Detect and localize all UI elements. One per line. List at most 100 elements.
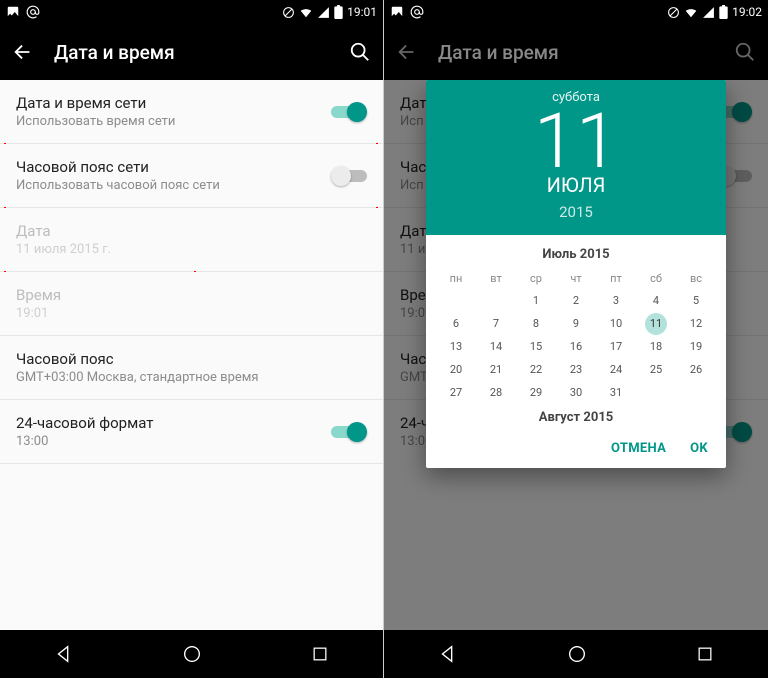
calendar-day-cell[interactable]: 6: [436, 312, 476, 335]
no-sim-icon: [282, 6, 295, 19]
search-icon: [734, 41, 756, 63]
calendar: Июль 2015 пнвтсрчтптсбвс ..1234567891011…: [426, 235, 726, 431]
cancel-button[interactable]: ОТМЕНА: [611, 441, 666, 456]
setting-date: Дата 11 июля 2015 г.: [0, 208, 383, 271]
calendar-day-cell[interactable]: 29: [516, 381, 556, 404]
calendar-day-cell[interactable]: 10: [596, 312, 636, 335]
page-title: Дата и время: [438, 41, 559, 64]
battery-icon: [719, 5, 728, 19]
back-icon[interactable]: [12, 41, 34, 63]
at-icon: [26, 5, 40, 19]
calendar-day-cell[interactable]: 21: [476, 358, 516, 381]
signal-icon: [317, 6, 330, 19]
setting-network-timezone[interactable]: Часовой пояс сети Использовать часовой п…: [0, 144, 383, 207]
calendar-dow-cell: пт: [596, 268, 636, 289]
calendar-day-cell[interactable]: 2: [556, 289, 596, 312]
calendar-dow-cell: пн: [436, 268, 476, 289]
status-bar: 19:01: [0, 0, 383, 24]
ok-button[interactable]: OK: [690, 441, 708, 456]
calendar-day-cell[interactable]: 30: [556, 381, 596, 404]
status-bar: 19:02: [384, 0, 768, 24]
calendar-day-cell[interactable]: 14: [476, 335, 516, 358]
picker-year[interactable]: 2015: [426, 203, 726, 221]
right-screenshot: 19:02 Дата и время ДатИсп ЧасИсп Дат11 и…: [384, 0, 768, 678]
setting-subtitle: 13:00: [16, 434, 331, 449]
setting-title: Часовой пояс: [16, 350, 367, 368]
calendar-dow-row: пнвтсрчтптсбвс: [436, 268, 716, 289]
setting-title: Дата: [16, 222, 367, 240]
calendar-day-cell[interactable]: 13: [436, 335, 476, 358]
setting-subtitle: GMT+03:00 Москва, стандартное время: [16, 370, 367, 385]
calendar-day-cell[interactable]: 16: [556, 335, 596, 358]
wifi-icon: [299, 5, 313, 19]
setting-network-datetime[interactable]: Дата и время сети Использовать время сет…: [0, 80, 383, 143]
back-icon: [396, 41, 418, 63]
nav-home-icon[interactable]: [566, 643, 588, 665]
calendar-next-month-title: Август 2015: [436, 404, 716, 431]
calendar-day-cell[interactable]: 11: [636, 312, 676, 335]
search-icon[interactable]: [349, 41, 371, 63]
toggle-network-datetime[interactable]: [331, 102, 367, 122]
app-bar: Дата и время: [0, 24, 383, 80]
calendar-dow-cell: сб: [636, 268, 676, 289]
calendar-day-cell[interactable]: 1: [516, 289, 556, 312]
calendar-day-cell[interactable]: 7: [476, 312, 516, 335]
setting-title: Часовой пояс сети: [16, 158, 331, 176]
calendar-dow-cell: вс: [676, 268, 716, 289]
setting-time: Время 19:01: [0, 272, 383, 335]
calendar-day-cell[interactable]: 9: [556, 312, 596, 335]
calendar-day-cell[interactable]: 20: [436, 358, 476, 381]
calendar-day-cell[interactable]: 19: [676, 335, 716, 358]
calendar-day-cell[interactable]: 3: [596, 289, 636, 312]
settings-list-dimmed: ДатИсп ЧасИсп Дат11 и Врем19:02 ЧасGMT+ …: [384, 80, 768, 630]
nav-home-icon[interactable]: [181, 643, 203, 665]
nav-back-icon[interactable]: [53, 643, 75, 665]
picker-day: 11: [426, 103, 726, 179]
at-icon: [410, 5, 424, 19]
calendar-day-cell[interactable]: 4: [636, 289, 676, 312]
status-time: 19:01: [347, 5, 377, 19]
page-title: Дата и время: [54, 41, 175, 64]
setting-title: Время: [16, 286, 367, 304]
calendar-day-cell[interactable]: 27: [436, 381, 476, 404]
calendar-day-cell[interactable]: 28: [476, 381, 516, 404]
calendar-days-grid: ..12345678910111213141516171819202122232…: [436, 289, 716, 404]
nav-recent-icon[interactable]: [310, 644, 330, 664]
calendar-day-cell[interactable]: 23: [556, 358, 596, 381]
nav-recent-icon[interactable]: [695, 644, 715, 664]
calendar-day-cell[interactable]: 17: [596, 335, 636, 358]
calendar-day-cell[interactable]: 12: [676, 312, 716, 335]
setting-subtitle: Использовать часовой пояс сети: [16, 178, 331, 193]
calendar-dow-cell: ср: [516, 268, 556, 289]
status-time: 19:02: [732, 5, 762, 19]
no-sim-icon: [667, 6, 680, 19]
nav-back-icon[interactable]: [437, 643, 459, 665]
setting-subtitle: 11 июля 2015 г.: [16, 242, 367, 257]
calendar-month-title: Июль 2015: [436, 241, 716, 268]
image-icon: [390, 5, 404, 19]
calendar-dow-cell: чт: [556, 268, 596, 289]
app-bar: Дата и время: [384, 24, 768, 80]
dialog-actions: ОТМЕНА OK: [426, 431, 726, 468]
calendar-day-cell[interactable]: 26: [676, 358, 716, 381]
calendar-day-cell[interactable]: 15: [516, 335, 556, 358]
calendar-day-cell[interactable]: 8: [516, 312, 556, 335]
settings-list: Дата и время сети Использовать время сет…: [0, 80, 383, 630]
setting-subtitle: 19:01: [16, 306, 367, 321]
calendar-day-cell[interactable]: 22: [516, 358, 556, 381]
calendar-day-cell[interactable]: 18: [636, 335, 676, 358]
toggle-network-timezone[interactable]: [331, 166, 367, 186]
date-picker-header: суббота 11 ИЮЛЯ 2015: [426, 80, 726, 235]
picker-dayofweek: суббота: [426, 90, 726, 105]
wifi-icon: [684, 5, 698, 19]
toggle-24h[interactable]: [331, 422, 367, 442]
calendar-day-cell[interactable]: 25: [636, 358, 676, 381]
setting-timezone[interactable]: Часовой пояс GMT+03:00 Москва, стандартн…: [0, 336, 383, 399]
setting-24h-format[interactable]: 24-часовой формат 13:00: [0, 400, 383, 463]
calendar-day-cell[interactable]: 5: [676, 289, 716, 312]
image-icon: [6, 5, 20, 19]
calendar-day-cell[interactable]: 24: [596, 358, 636, 381]
setting-title: 24-часовой формат: [16, 414, 331, 432]
calendar-day-cell[interactable]: 31: [596, 381, 636, 404]
signal-icon: [702, 6, 715, 19]
